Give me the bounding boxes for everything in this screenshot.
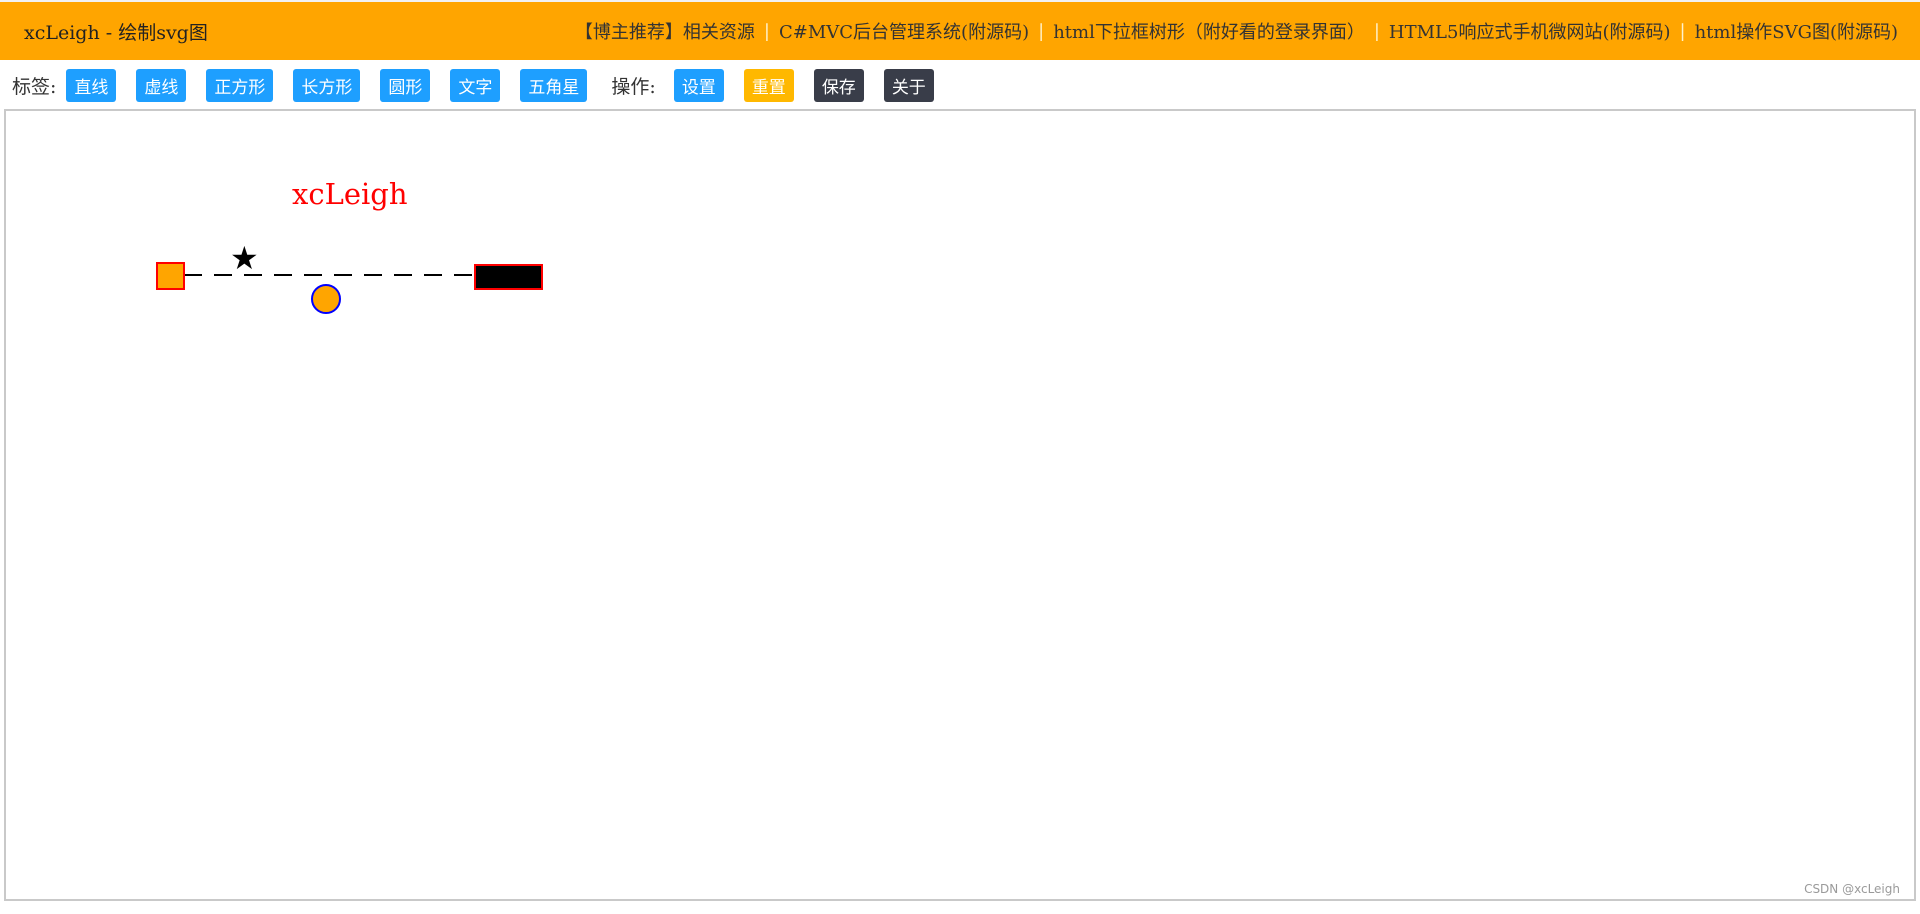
tag-button-star[interactable]: 五角星 (520, 68, 588, 102)
text-shape[interactable]: xcLeigh (292, 177, 408, 211)
link-related-resources[interactable]: 相关资源 (683, 18, 755, 44)
settings-button[interactable]: 设置 (673, 68, 724, 102)
link-dropdown-tree[interactable]: html下拉框树形（附好看的登录界面） (1053, 18, 1365, 44)
link-separator: | (1373, 20, 1380, 42)
link-separator: | (1038, 20, 1045, 42)
save-button[interactable]: 保存 (813, 68, 864, 102)
link-separator: | (763, 20, 770, 42)
tag-button-line[interactable]: 直线 (66, 68, 117, 102)
toolbar: 标签: 直线 虚线 正方形 长方形 圆形 文字 五角星 操作: 设置 重置 保存… (0, 68, 1920, 102)
link-mvc-admin[interactable]: C#MVC后台管理系统(附源码) (779, 18, 1029, 44)
svg-canvas[interactable]: xcLeigh ★ CSDN @xcLeigh (4, 109, 1916, 901)
tag-button-square[interactable]: 正方形 (206, 68, 274, 102)
link-separator: | (1679, 20, 1686, 42)
watermark: CSDN @xcLeigh (1804, 882, 1900, 896)
tag-button-circle[interactable]: 圆形 (380, 68, 431, 102)
tag-button-rectangle[interactable]: 长方形 (293, 68, 361, 102)
tag-button-text[interactable]: 文字 (450, 68, 501, 102)
link-html5-mobile[interactable]: HTML5响应式手机微网站(附源码) (1389, 18, 1671, 44)
square-shape[interactable] (156, 262, 185, 290)
recommend-label: 【博主推荐】 (574, 22, 683, 43)
about-button[interactable]: 关于 (883, 68, 934, 102)
header-bar: xcLeigh - 绘制svg图 【博主推荐】 相关资源 | C#MVC后台管理… (0, 0, 1920, 60)
ops-label: 操作: (611, 75, 656, 98)
link-svg-ops[interactable]: html操作SVG图(附源码) (1695, 18, 1898, 44)
header-links: 【博主推荐】 相关资源 | C#MVC后台管理系统(附源码) | html下拉框… (575, 18, 1898, 44)
circle-shape[interactable] (311, 284, 341, 314)
rectangle-shape[interactable] (474, 264, 543, 290)
star-shape[interactable]: ★ (230, 239, 259, 277)
app-title: xcLeigh - 绘制svg图 (24, 21, 208, 44)
tag-button-dashed-line[interactable]: 虚线 (136, 68, 187, 102)
svg-drawing: xcLeigh ★ (156, 177, 543, 314)
tags-label: 标签: (12, 75, 57, 98)
reset-button[interactable]: 重置 (743, 68, 794, 102)
